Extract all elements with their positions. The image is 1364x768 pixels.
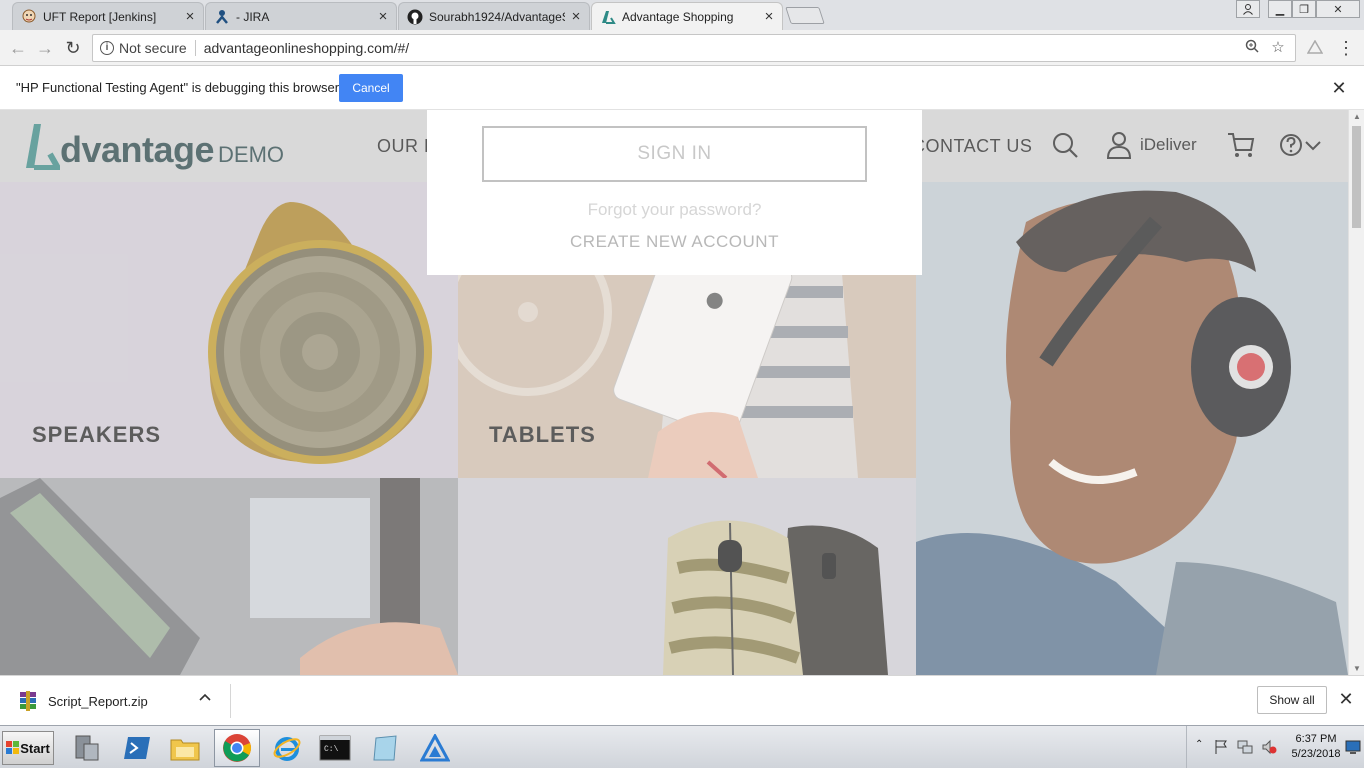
window-close-button[interactable]: ✕ bbox=[1316, 0, 1360, 18]
forward-arrow-icon[interactable]: → bbox=[35, 38, 55, 58]
show-all-button[interactable]: Show all bbox=[1257, 686, 1327, 714]
start-label: Start bbox=[20, 740, 50, 756]
browser-tab-strip: UFT Report [Jenkins] × - JIRA × Sourabh1… bbox=[0, 0, 1364, 31]
start-button[interactable]: Start bbox=[2, 731, 54, 765]
server-manager-icon[interactable] bbox=[64, 729, 110, 767]
tab-github[interactable]: Sourabh1924/AdvantageSh × bbox=[398, 2, 590, 30]
browser-toolbar: ← → ↻ i Not secure advantageonlineshoppi… bbox=[0, 30, 1364, 66]
shelf-close-icon[interactable]: ✕ bbox=[1336, 689, 1356, 710]
windows-taskbar: Start C:\ ⌃ 6:37 PM 5/23/2018 bbox=[0, 725, 1364, 768]
windows-logo-icon bbox=[6, 741, 20, 754]
download-shelf: Script_Report.zip Show all ✕ bbox=[0, 675, 1364, 725]
file-explorer-icon[interactable] bbox=[162, 729, 208, 767]
powershell-icon[interactable] bbox=[114, 729, 160, 767]
advantage-icon bbox=[600, 9, 616, 25]
web-page: dvantage DEMO OUR P CONTACT US iDeliver … bbox=[0, 110, 1348, 675]
scroll-up-icon[interactable]: ▲ bbox=[1349, 112, 1364, 121]
chevron-up-icon[interactable] bbox=[199, 690, 211, 705]
tab-title: Sourabh1924/AdvantageSh bbox=[429, 9, 565, 24]
debug-message: "HP Functional Testing Agent" is debuggi… bbox=[16, 80, 340, 95]
bookmark-star-icon[interactable]: ☆ bbox=[1269, 39, 1287, 57]
network-icon[interactable] bbox=[1237, 739, 1253, 755]
tab-close-icon[interactable]: × bbox=[569, 9, 583, 24]
minimize-button[interactable]: ▁ bbox=[1268, 0, 1292, 18]
winrar-file-icon bbox=[20, 691, 36, 711]
clock-time: 6:37 PM bbox=[1295, 733, 1337, 745]
reload-icon[interactable]: ↻ bbox=[63, 38, 83, 58]
taskbar-clock[interactable]: 6:37 PM 5/23/2018 bbox=[1280, 732, 1352, 762]
infobar-close-icon[interactable]: ✕ bbox=[1330, 78, 1348, 99]
command-prompt-icon[interactable]: C:\ bbox=[312, 729, 358, 767]
info-icon[interactable]: i bbox=[100, 41, 114, 55]
menu-dots-icon[interactable]: ⋮ bbox=[1336, 38, 1356, 58]
tab-close-icon[interactable]: × bbox=[183, 9, 197, 24]
url-text[interactable]: advantageonlineshopping.com/#/ bbox=[204, 40, 1243, 56]
download-file-name[interactable]: Script_Report.zip bbox=[48, 694, 148, 709]
clock-date: 5/23/2018 bbox=[1291, 748, 1341, 760]
restore-button[interactable]: ❐ bbox=[1292, 0, 1316, 18]
divider bbox=[194, 40, 196, 56]
forgot-password-link[interactable]: Forgot your password? bbox=[427, 200, 922, 220]
svg-text:C:\: C:\ bbox=[324, 745, 339, 754]
scrollbar-thumb[interactable] bbox=[1352, 126, 1361, 228]
tray-expand-icon[interactable]: ⌃ bbox=[1195, 739, 1203, 750]
zoom-icon[interactable] bbox=[1243, 39, 1261, 57]
address-bar[interactable]: i Not secure advantageonlineshopping.com… bbox=[92, 34, 1296, 62]
notepad-icon[interactable] bbox=[362, 729, 408, 767]
sign-in-button[interactable]: SIGN IN bbox=[482, 126, 867, 182]
signin-popup: SIGN IN Forgot your password? CREATE NEW… bbox=[427, 110, 922, 275]
tab-advantage-shopping[interactable]: Advantage Shopping × bbox=[591, 2, 783, 31]
jenkins-icon bbox=[21, 9, 37, 25]
tab-title: - JIRA bbox=[236, 9, 270, 24]
create-account-link[interactable]: CREATE NEW ACCOUNT bbox=[427, 232, 922, 252]
tab-jenkins[interactable]: UFT Report [Jenkins] × bbox=[12, 2, 204, 30]
volume-muted-icon[interactable] bbox=[1261, 739, 1277, 755]
tab-close-icon[interactable]: × bbox=[762, 9, 776, 24]
tab-close-icon[interactable]: × bbox=[376, 9, 390, 24]
tab-jira[interactable]: - JIRA × bbox=[205, 2, 397, 30]
internet-explorer-icon[interactable] bbox=[264, 729, 310, 767]
jira-icon bbox=[214, 9, 230, 25]
flag-icon[interactable] bbox=[1213, 739, 1229, 755]
extension-icon[interactable] bbox=[1305, 38, 1325, 58]
tab-title: UFT Report [Jenkins] bbox=[43, 9, 157, 24]
divider bbox=[230, 684, 231, 718]
chrome-icon[interactable] bbox=[214, 729, 260, 767]
page-scrollbar[interactable]: ▲ ▼ bbox=[1348, 110, 1364, 675]
security-label: Not secure bbox=[119, 40, 187, 56]
debugging-infobar: "HP Functional Testing Agent" is debuggi… bbox=[0, 66, 1364, 110]
profile-icon[interactable] bbox=[1236, 0, 1260, 18]
cancel-debug-button[interactable]: Cancel bbox=[339, 74, 403, 102]
uft-icon[interactable] bbox=[412, 729, 458, 767]
back-arrow-icon[interactable]: ← bbox=[8, 38, 28, 58]
github-icon bbox=[407, 9, 423, 25]
tab-title: Advantage Shopping bbox=[622, 10, 734, 24]
new-tab-button[interactable] bbox=[785, 7, 825, 24]
scroll-down-icon[interactable]: ▼ bbox=[1349, 664, 1364, 673]
